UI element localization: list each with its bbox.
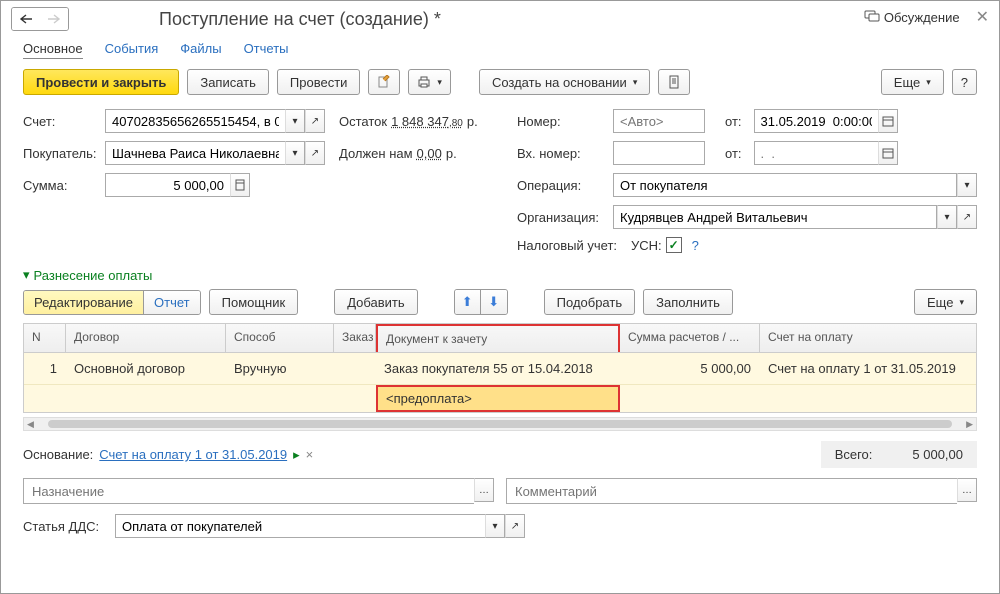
basis-label: Основание:	[23, 447, 93, 462]
calendar-icon	[882, 147, 894, 159]
clear-basis-icon[interactable]: ×	[306, 447, 314, 462]
open-button[interactable]: ↗	[305, 109, 325, 133]
owed-value[interactable]: 0,00	[417, 146, 442, 161]
horizontal-scrollbar[interactable]: ◀ ▶	[23, 417, 977, 431]
tab-reports[interactable]: Отчеты	[244, 41, 289, 59]
calendar-icon	[882, 115, 894, 127]
dds-input[interactable]	[115, 514, 485, 538]
buyer-label: Покупатель:	[23, 146, 101, 161]
org-select[interactable]	[613, 205, 937, 229]
prepay-cell[interactable]: <предоплата>	[376, 385, 620, 412]
fill-button[interactable]: Заполнить	[643, 289, 733, 315]
account-label: Счет:	[23, 114, 101, 129]
tab-files[interactable]: Файлы	[180, 41, 221, 59]
add-button[interactable]: Добавить	[334, 289, 417, 315]
col-sposob: Способ	[226, 324, 334, 352]
report-mode-button[interactable]: Отчет	[144, 291, 200, 314]
basis-link[interactable]: Счет на оплату 1 от 31.05.2019	[99, 447, 287, 462]
chevron-down-icon: ▾	[23, 267, 30, 283]
dropdown-button[interactable]: ▾	[285, 141, 305, 165]
edit-mode-button[interactable]: Редактирование	[24, 291, 144, 314]
table-row[interactable]: 1 Основной договор Вручную Заказ покупат…	[24, 353, 976, 385]
in-number-input[interactable]	[613, 141, 705, 165]
more-button[interactable]: Еще▾	[881, 69, 944, 95]
expand-button[interactable]: …	[957, 478, 977, 502]
date-input[interactable]	[754, 109, 878, 133]
org-label: Организация:	[517, 210, 609, 225]
dropdown-button[interactable]: ▾	[285, 109, 305, 133]
payment-table: N Договор Способ Заказ Документ к зачету…	[23, 323, 977, 413]
submit-close-button[interactable]: Провести и закрыть	[23, 69, 179, 95]
chat-icon	[864, 10, 880, 24]
col-dokument: Документ к зачету	[376, 324, 620, 352]
calculator-icon	[235, 179, 245, 191]
tab-events[interactable]: События	[105, 41, 159, 59]
dds-label: Статья ДДС:	[23, 519, 111, 534]
sum-label: Сумма:	[23, 178, 101, 193]
tax-mode: УСН:	[631, 238, 662, 253]
select-button[interactable]: Подобрать	[544, 289, 635, 315]
open-button[interactable]: ↗	[957, 205, 977, 229]
page-title: Поступление на счет (создание) *	[159, 9, 441, 30]
print-icon	[417, 75, 431, 89]
operation-label: Операция:	[517, 178, 609, 193]
dropdown-button[interactable]: ▾	[957, 173, 977, 197]
col-schet: Счет на оплату	[760, 324, 976, 352]
account-input[interactable]	[105, 109, 285, 133]
report-button[interactable]	[658, 69, 690, 95]
from-label: от:	[725, 114, 742, 129]
purpose-input[interactable]	[23, 478, 474, 504]
balance-value[interactable]: 1 848 347,80	[391, 114, 463, 129]
close-icon[interactable]: ✕	[976, 7, 989, 27]
dropdown-button[interactable]: ▾	[485, 514, 505, 538]
discussion-link[interactable]: Обсуждение	[864, 10, 960, 25]
balance-label: Остаток	[339, 114, 387, 129]
open-button[interactable]: ↗	[305, 141, 325, 165]
dropdown-button[interactable]: ▾	[937, 205, 957, 229]
forward-button[interactable]	[40, 8, 68, 30]
operation-select[interactable]	[613, 173, 957, 197]
print-button[interactable]: ▾	[408, 69, 451, 95]
total-box: Всего: 5 000,00	[821, 441, 977, 468]
move-up-button[interactable]: ⬆	[455, 290, 481, 314]
calc-button[interactable]	[230, 173, 250, 197]
tab-main[interactable]: Основное	[23, 41, 83, 59]
owed-label: Должен нам	[339, 146, 413, 161]
col-dogovor: Договор	[66, 324, 226, 352]
document-icon	[667, 75, 681, 89]
col-n: N	[24, 324, 66, 352]
in-number-label: Вх. номер:	[517, 146, 609, 161]
comment-input[interactable]	[506, 478, 957, 504]
number-label: Номер:	[517, 114, 609, 129]
tax-help[interactable]: ?	[692, 238, 699, 253]
attachment-icon	[377, 75, 391, 89]
table-more-button[interactable]: Еще▾	[914, 289, 977, 315]
calendar-button[interactable]	[878, 109, 898, 133]
save-button[interactable]: Записать	[187, 69, 269, 95]
help-button[interactable]: ?	[952, 69, 977, 95]
sum-input[interactable]	[105, 173, 230, 197]
calendar-button[interactable]	[878, 141, 898, 165]
open-doc-icon[interactable]: ▸	[293, 447, 300, 463]
submit-button[interactable]: Провести	[277, 69, 361, 95]
expand-button[interactable]: …	[474, 478, 494, 502]
payment-section-toggle[interactable]: ▾ Разнесение оплаты	[1, 261, 999, 289]
helper-button[interactable]: Помощник	[209, 289, 299, 315]
buyer-input[interactable]	[105, 141, 285, 165]
col-summa: Сумма расчетов / ...	[620, 324, 760, 352]
move-down-button[interactable]: ⬇	[481, 290, 507, 314]
attach-button[interactable]	[368, 69, 400, 95]
number-input[interactable]	[613, 109, 705, 133]
create-based-button[interactable]: Создать на основании▾	[479, 69, 650, 95]
in-date-input[interactable]	[754, 141, 878, 165]
table-row-sub[interactable]: <предоплата>	[24, 385, 976, 412]
from2-label: от:	[725, 146, 742, 161]
open-button[interactable]: ↗	[505, 514, 525, 538]
col-zakaz: Заказ	[334, 324, 376, 352]
tax-checkbox[interactable]: ✓	[666, 237, 682, 253]
tax-label: Налоговый учет:	[517, 238, 627, 253]
back-button[interactable]	[12, 8, 40, 30]
nav-buttons	[11, 7, 69, 31]
